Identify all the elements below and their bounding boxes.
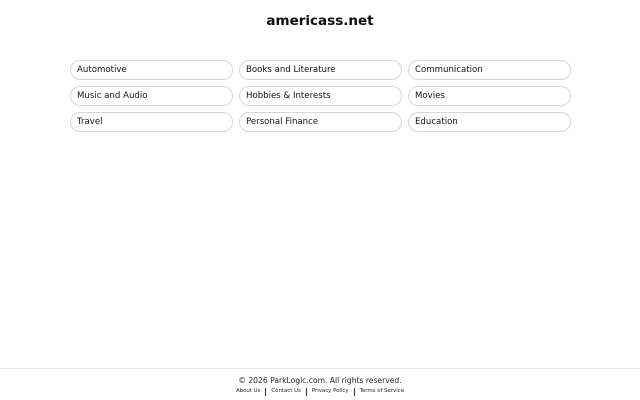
contact-us-link[interactable]: Contact Us [271,387,300,396]
category-link-personal-finance[interactable]: Personal Finance [239,112,402,132]
category-link-communication[interactable]: Communication [408,60,571,80]
link-divider [305,387,307,396]
category-link-travel[interactable]: Travel [70,112,233,132]
site-title: americass.net [266,13,374,29]
copyright-text: © 2026 ParkLogic.com. All rights reserve… [238,376,402,385]
category-link-hobbies-and-interests[interactable]: Hobbies & Interests [239,86,402,106]
category-link-movies[interactable]: Movies [408,86,571,106]
link-divider [265,387,267,396]
terms-of-service-link[interactable]: Terms of Service [360,387,404,396]
category-link-automotive[interactable]: Automotive [70,60,233,80]
about-us-link[interactable]: About Us [236,387,260,396]
page: americass.net Automotive Books and Liter… [0,0,640,400]
footer: © 2026 ParkLogic.com. All rights reserve… [0,368,640,400]
privacy-policy-link[interactable]: Privacy Policy [312,387,349,396]
link-divider [353,387,355,396]
category-grid: Automotive Books and Literature Communic… [70,60,571,132]
category-link-books-and-literature[interactable]: Books and Literature [239,60,402,80]
footer-links: About Us Contact Us Privacy Policy Terms… [0,387,640,396]
category-link-music-and-audio[interactable]: Music and Audio [70,86,233,106]
category-link-education[interactable]: Education [408,112,571,132]
